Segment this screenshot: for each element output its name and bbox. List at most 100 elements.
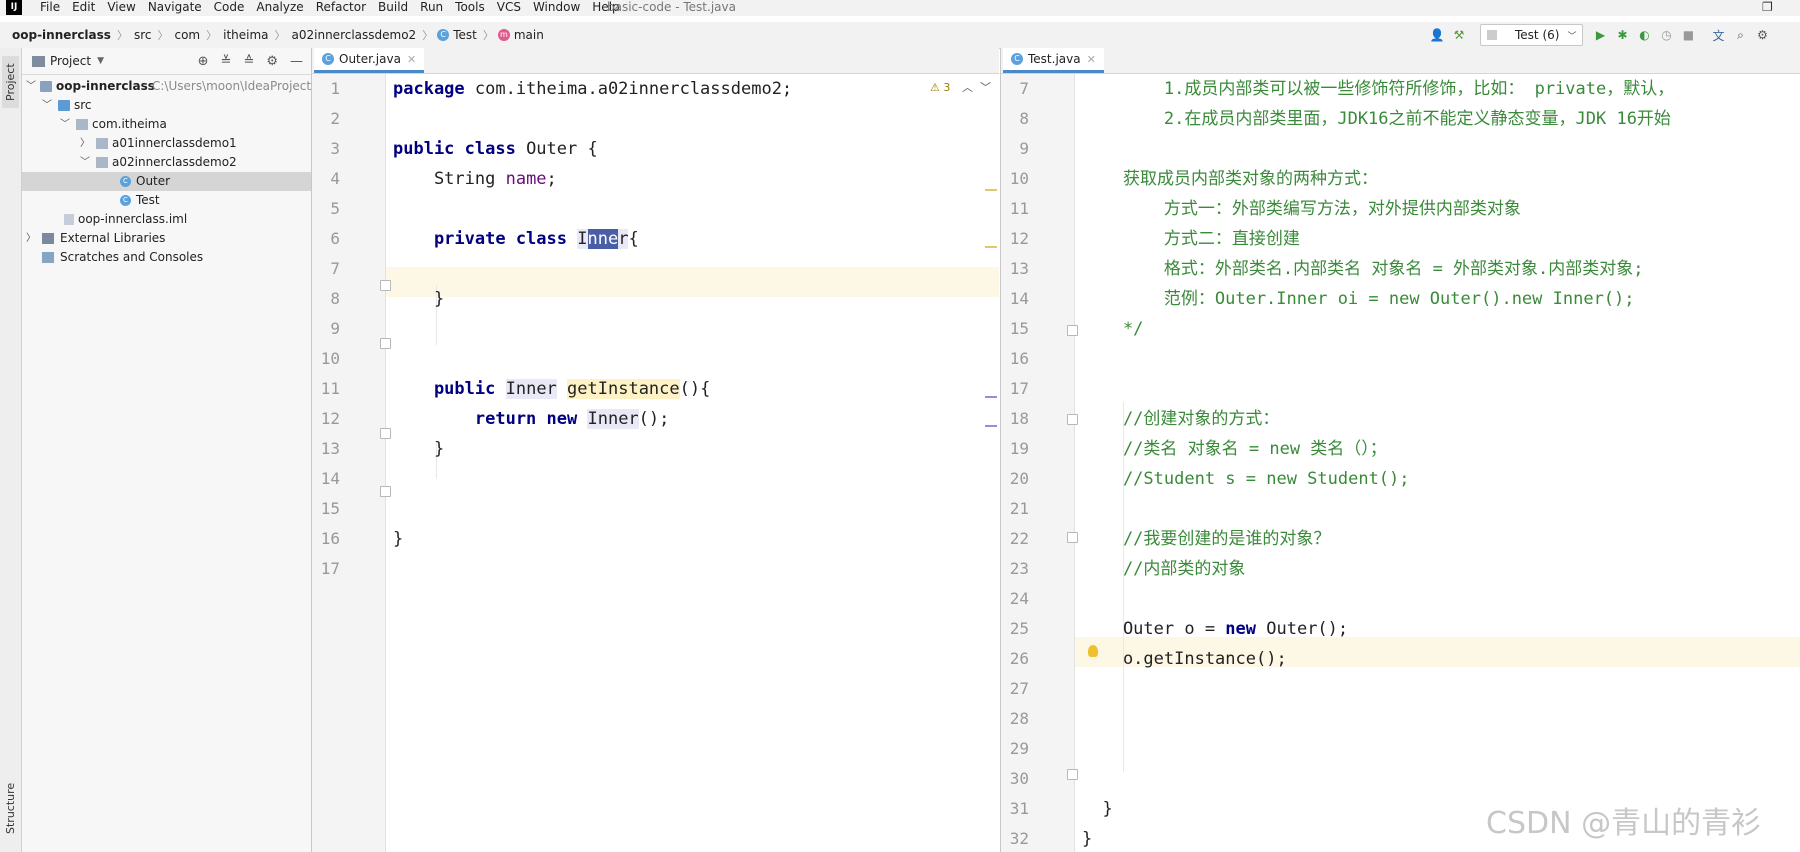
- menu-code[interactable]: Code: [208, 0, 251, 15]
- chevron-down-icon: ▼: [97, 56, 104, 66]
- gear-icon[interactable]: ⚙: [266, 54, 278, 69]
- fold-marker-icon[interactable]: [1067, 532, 1078, 543]
- breadcrumb-src[interactable]: src 〉: [130, 27, 171, 43]
- line-number: 24: [1009, 589, 1029, 608]
- line-number: 10: [1009, 169, 1029, 188]
- code-line-8: 2.在成员内部类里面，JDK16之前不能定义静态变量，JDK 16开始: [1082, 109, 1671, 129]
- breadcrumb-package[interactable]: a02innerclassdemo2 〉: [288, 27, 436, 43]
- tree-path: C:\Users\moon\IdeaProjects\: [152, 79, 322, 93]
- menu-refactor[interactable]: Refactor: [310, 0, 372, 15]
- breadcrumb-project[interactable]: oop-innerclass 〉: [12, 27, 130, 43]
- chevron-down-icon[interactable]: ﹀: [980, 79, 991, 95]
- chevron-up-icon[interactable]: ︿: [962, 79, 973, 95]
- project-tool-tab[interactable]: Project: [2, 56, 19, 108]
- fold-marker-icon[interactable]: [1067, 325, 1078, 336]
- hide-panel-icon[interactable]: —: [290, 54, 303, 69]
- menu-run[interactable]: Run: [414, 0, 449, 15]
- close-icon[interactable]: ✕: [1087, 53, 1096, 66]
- breadcrumb-method[interactable]: m main: [496, 28, 548, 42]
- menu-window[interactable]: Window: [527, 0, 586, 15]
- menu-analyze[interactable]: Analyze: [250, 0, 309, 15]
- user-icon[interactable]: 👤: [1428, 26, 1446, 44]
- line-number: 28: [1009, 709, 1029, 728]
- debug-icon[interactable]: ✱: [1613, 26, 1631, 44]
- project-view-select[interactable]: Project ▼: [32, 54, 104, 68]
- chevron-right-icon: 〉: [80, 138, 90, 149]
- breadcrumb-itheima[interactable]: itheima 〉: [219, 27, 287, 43]
- translate-icon[interactable]: 文: [1709, 26, 1727, 44]
- menu-build[interactable]: Build: [372, 0, 414, 15]
- error-stripe-marker[interactable]: [985, 189, 997, 191]
- scratches-icon: [42, 252, 54, 263]
- expand-all-icon[interactable]: ≚: [221, 54, 232, 69]
- tree-item-libraries[interactable]: 〉 External Libraries: [22, 229, 311, 248]
- profile-icon[interactable]: ◷: [1657, 26, 1675, 44]
- breadcrumb-com[interactable]: com 〉: [170, 27, 219, 43]
- chevron-down-icon: ﹀: [60, 119, 70, 130]
- coverage-icon[interactable]: ◐: [1635, 26, 1653, 44]
- build-hammer-icon[interactable]: ⚒: [1450, 26, 1468, 44]
- tab-test-java[interactable]: C Test.java ✕: [1003, 48, 1104, 73]
- locate-file-icon[interactable]: ⊕: [198, 54, 209, 69]
- class-icon: C: [322, 53, 334, 65]
- intellij-logo-icon[interactable]: IJ: [6, 0, 22, 15]
- restore-window-icon[interactable]: ❐: [1762, 0, 1773, 15]
- fold-marker-icon[interactable]: [380, 280, 391, 291]
- menu-edit[interactable]: Edit: [66, 0, 101, 15]
- tree-item-scratches[interactable]: Scratches and Consoles: [22, 248, 311, 267]
- line-number: 1: [330, 79, 340, 98]
- line-number: 3: [330, 139, 340, 158]
- fold-marker-icon[interactable]: [380, 428, 391, 439]
- settings-gear-icon[interactable]: ⚙: [1753, 26, 1771, 44]
- warning-indicator[interactable]: ⚠ 3: [930, 81, 950, 94]
- menu-tools[interactable]: Tools: [449, 0, 491, 15]
- error-stripe-marker[interactable]: [985, 396, 997, 398]
- chevron-right-icon: 〉: [157, 29, 169, 42]
- menu-vcs[interactable]: VCS: [491, 0, 527, 15]
- menu-view[interactable]: View: [101, 0, 141, 15]
- menu-navigate[interactable]: Navigate: [142, 0, 208, 15]
- code-line-13: }: [393, 439, 445, 459]
- close-icon[interactable]: ✕: [407, 53, 416, 66]
- stop-icon[interactable]: ■: [1679, 26, 1697, 44]
- tree-item-outer[interactable]: C Outer: [22, 172, 311, 191]
- code-area[interactable]: package com.itheima.a02innerclassdemo2; …: [393, 74, 993, 852]
- fold-marker-icon[interactable]: [1067, 414, 1078, 425]
- search-icon[interactable]: ⌕: [1731, 26, 1749, 44]
- tree-item-demo2[interactable]: ﹀ a02innerclassdemo2: [22, 153, 311, 172]
- code-area[interactable]: 1.成员内部类可以被一些修饰符所修饰，比如： private，默认， 2.在成员…: [1082, 74, 1800, 852]
- code-line-12: 方式二：直接创建: [1082, 229, 1300, 249]
- tree-item-package[interactable]: ﹀ com.itheima: [22, 115, 311, 134]
- tree-label: Test: [136, 193, 160, 207]
- line-number: 16: [320, 529, 340, 548]
- editor-tab-bar: C Outer.java ✕: [312, 48, 999, 74]
- run-icon[interactable]: ▶: [1591, 26, 1609, 44]
- menu-file[interactable]: File: [34, 0, 66, 15]
- error-stripe-marker[interactable]: [985, 425, 997, 427]
- tree-item-test[interactable]: C Test: [22, 191, 311, 210]
- line-number: 8: [1019, 109, 1029, 128]
- menu-bar: IJ File Edit View Navigate Code Analyze …: [0, 0, 1800, 16]
- main-menu: File Edit View Navigate Code Analyze Ref…: [34, 0, 626, 15]
- structure-tool-tab[interactable]: Structure: [2, 778, 19, 838]
- package-icon: [96, 138, 108, 149]
- line-number: 32: [1009, 829, 1029, 848]
- run-configuration-select[interactable]: Test (6) ﹀: [1480, 24, 1584, 46]
- fold-marker-icon[interactable]: [380, 486, 391, 497]
- tree-label: Outer: [136, 174, 171, 188]
- tree-item-root[interactable]: ﹀ oop-innerclass C:\Users\moon\IdeaProje…: [22, 77, 321, 96]
- editor-test-java: C Test.java ✕ 7 8 9 10 11 12 13 14 15 16 17 18 19 20 2…: [1000, 48, 1800, 852]
- tree-label: a02innerclassdemo2: [112, 155, 237, 169]
- collapse-all-icon[interactable]: ≙: [243, 54, 254, 69]
- tree-item-demo1[interactable]: 〉 a01innerclassdemo1: [22, 134, 311, 153]
- fold-marker-icon[interactable]: [380, 338, 391, 349]
- code-line-14: 范例：Outer.Inner oi = new Outer().new Inne…: [1082, 289, 1635, 309]
- error-stripe-marker[interactable]: [985, 246, 997, 248]
- tab-outer-java[interactable]: C Outer.java ✕: [314, 48, 425, 73]
- tree-item-iml[interactable]: oop-innerclass.iml: [22, 210, 311, 229]
- breadcrumb-class[interactable]: C Test 〉: [435, 27, 496, 43]
- tree-item-src[interactable]: ﹀ src: [22, 96, 311, 115]
- class-icon: C: [120, 195, 131, 206]
- code-line-19: //类名 对象名 = new 类名（）；: [1082, 439, 1387, 459]
- fold-marker-icon[interactable]: [1067, 769, 1078, 780]
